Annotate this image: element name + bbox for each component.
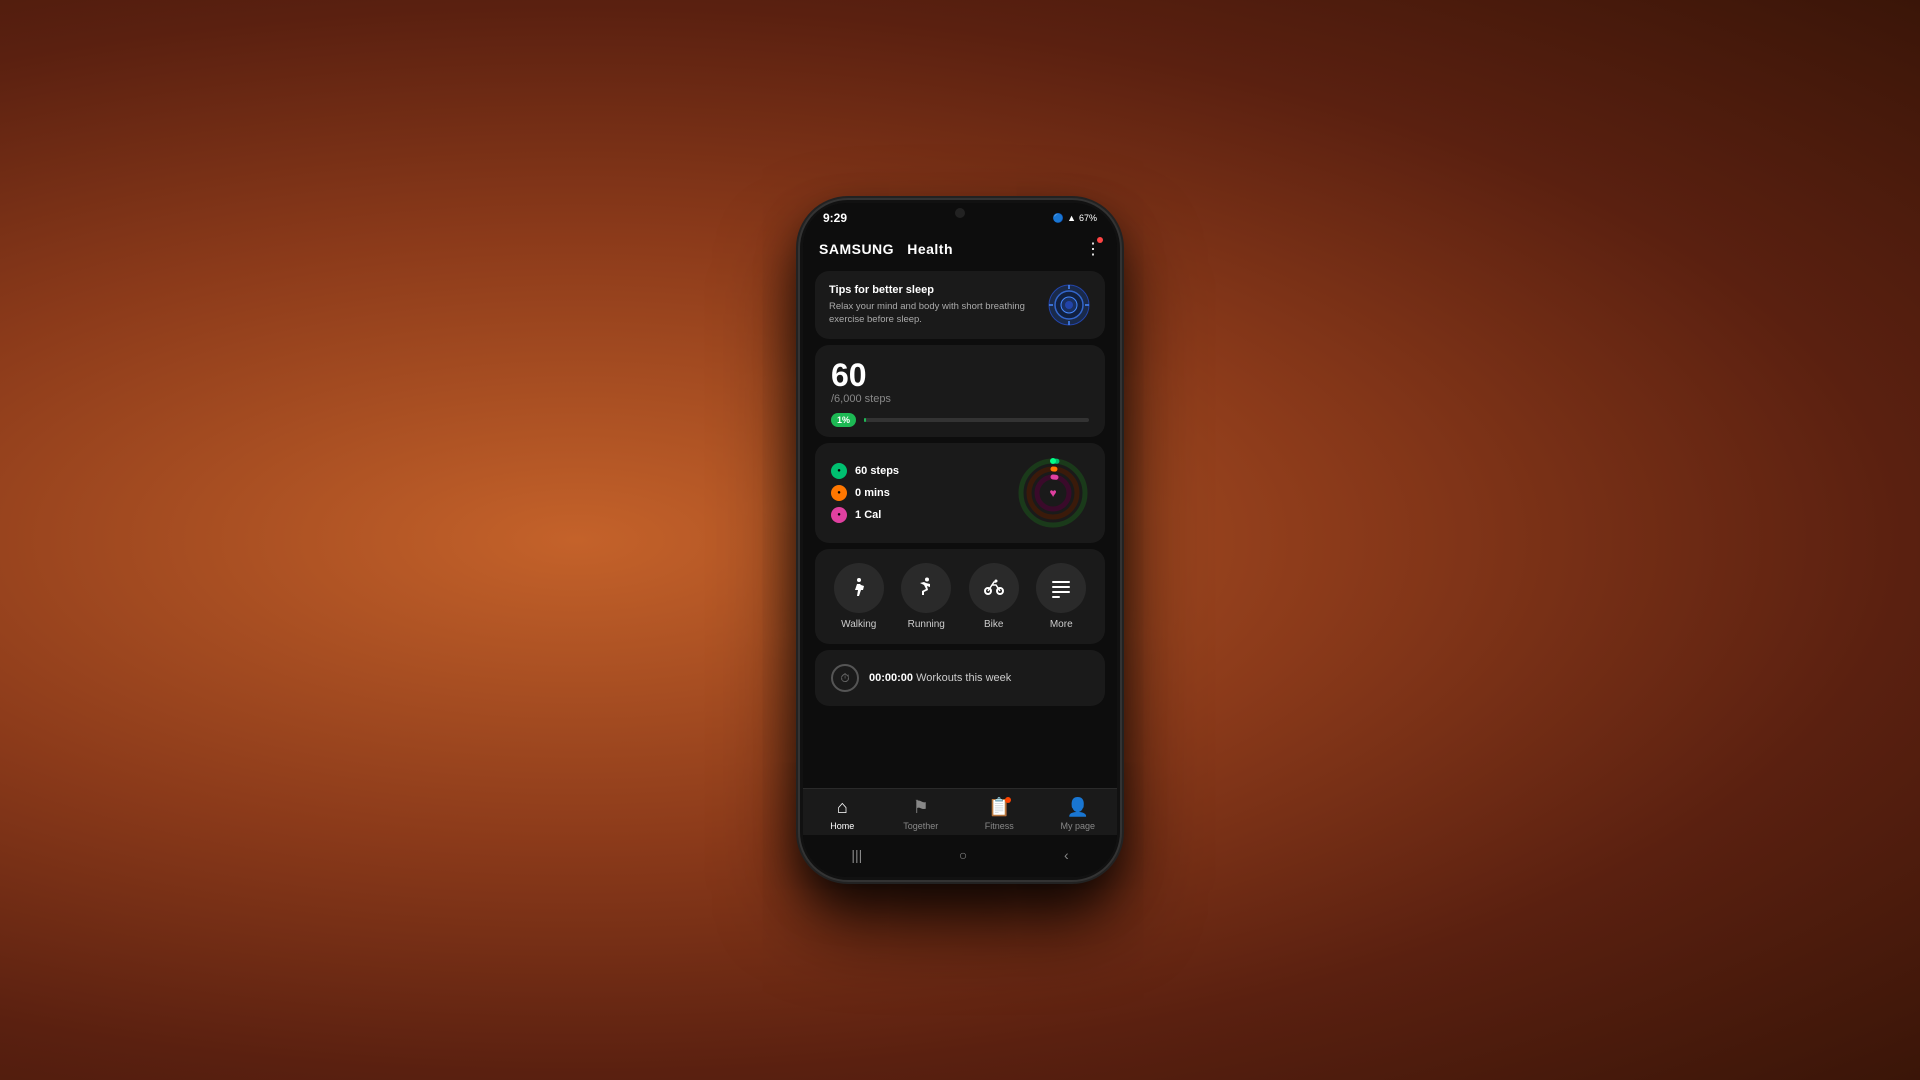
android-nav: ||| ○ ‹ bbox=[803, 835, 1117, 877]
app-title-suffix: Health bbox=[907, 241, 953, 257]
steps-goal: /6,000 steps bbox=[831, 393, 1089, 405]
more-button[interactable] bbox=[1036, 563, 1086, 613]
activity-cal: ● 1 Cal bbox=[831, 507, 899, 523]
activity-stats: ● 60 steps ● 0 mins ● bbox=[831, 463, 899, 523]
workouts-timer-icon: ⏱ bbox=[831, 664, 859, 692]
app-title: SAMSUNG Health bbox=[819, 241, 953, 257]
more-label: More bbox=[1050, 619, 1073, 630]
wifi-icon: ▲ bbox=[1067, 213, 1076, 223]
walking-label: Walking bbox=[841, 619, 876, 630]
android-back[interactable]: ‹ bbox=[1044, 843, 1089, 867]
steps-count: 60 bbox=[831, 359, 1089, 391]
activity-steps: ● 60 steps bbox=[831, 463, 899, 479]
cal-stat-label: Cal bbox=[864, 509, 881, 521]
fitness-badge bbox=[1005, 797, 1011, 803]
activity-mins: ● 0 mins bbox=[831, 485, 899, 501]
running-icon bbox=[914, 576, 938, 600]
phone-device: 9:29 🔵 ▲ 67% SAMSUNG Health ⋮ bbox=[800, 200, 1120, 880]
camera-notch bbox=[955, 208, 965, 218]
status-time: 9:29 bbox=[823, 211, 847, 225]
tips-card[interactable]: Tips for better sleep Relax your mind an… bbox=[815, 271, 1105, 339]
steps-card[interactable]: 60 /6,000 steps 1% bbox=[815, 345, 1105, 437]
activity-rings: ♥ bbox=[1017, 457, 1089, 529]
steps-dot: ● bbox=[831, 463, 847, 479]
nav-mypage[interactable]: 👤 My page bbox=[1039, 797, 1118, 831]
mypage-label: My page bbox=[1060, 821, 1095, 831]
tips-sleep-icon bbox=[1047, 283, 1091, 327]
cal-dot: ● bbox=[831, 507, 847, 523]
walking-button[interactable] bbox=[834, 563, 884, 613]
steps-percent: 1% bbox=[831, 413, 856, 427]
battery-icon: 67% bbox=[1079, 213, 1097, 223]
fitness-label: Fitness bbox=[985, 821, 1014, 831]
together-icon: ⚑ bbox=[913, 797, 929, 818]
rings-svg: ♥ bbox=[1017, 457, 1089, 529]
bike-icon bbox=[982, 576, 1006, 600]
steps-stat-value: 60 bbox=[855, 465, 867, 477]
steps-progress-fill bbox=[864, 418, 866, 422]
steps-stat-text: 60 steps bbox=[855, 465, 899, 477]
cal-stat-value: 1 bbox=[855, 509, 861, 521]
app-header: SAMSUNG Health ⋮ bbox=[803, 229, 1117, 265]
phone-screen: 9:29 🔵 ▲ 67% SAMSUNG Health ⋮ bbox=[803, 203, 1117, 877]
home-label: Home bbox=[830, 821, 854, 831]
mins-dot: ● bbox=[831, 485, 847, 501]
mins-stat-value: 0 bbox=[855, 487, 861, 499]
android-home[interactable]: ○ bbox=[939, 843, 987, 867]
tips-text: Tips for better sleep Relax your mind an… bbox=[829, 284, 1037, 327]
menu-badge bbox=[1097, 237, 1103, 243]
running-button[interactable] bbox=[901, 563, 951, 613]
home-icon: ⌂ bbox=[837, 797, 848, 818]
shortcuts-card: Walking Running bbox=[815, 549, 1105, 644]
app-title-prefix: SAMSUNG bbox=[819, 241, 894, 257]
more-icon bbox=[1049, 576, 1073, 600]
shortcut-running[interactable]: Running bbox=[901, 563, 951, 630]
steps-progress-row: 1% bbox=[831, 413, 1089, 427]
walking-icon bbox=[847, 576, 871, 600]
nav-fitness[interactable]: 📋 Fitness bbox=[960, 797, 1039, 831]
mypage-icon: 👤 bbox=[1067, 797, 1089, 818]
mins-stat-text: 0 mins bbox=[855, 487, 890, 499]
workouts-time: 00:00:00 bbox=[869, 672, 913, 684]
mins-stat-label: mins bbox=[864, 487, 890, 499]
shortcut-walking[interactable]: Walking bbox=[834, 563, 884, 630]
running-label: Running bbox=[908, 619, 945, 630]
activity-card[interactable]: ● 60 steps ● 0 mins ● bbox=[815, 443, 1105, 543]
shortcut-more[interactable]: More bbox=[1036, 563, 1086, 630]
workouts-card[interactable]: ⏱ 00:00:00 Workouts this week bbox=[815, 650, 1105, 706]
status-icons: 🔵 ▲ 67% bbox=[1053, 213, 1097, 224]
tips-title: Tips for better sleep bbox=[829, 284, 1037, 296]
bluetooth-icon: 🔵 bbox=[1053, 213, 1064, 224]
bike-button[interactable] bbox=[969, 563, 1019, 613]
cal-stat-text: 1 Cal bbox=[855, 509, 881, 521]
bottom-nav: ⌂ Home ⚑ Together 📋 Fitness 👤 My page bbox=[803, 788, 1117, 835]
nav-together[interactable]: ⚑ Together bbox=[882, 797, 961, 831]
scroll-content[interactable]: Tips for better sleep Relax your mind an… bbox=[803, 265, 1117, 788]
bike-label: Bike bbox=[984, 619, 1003, 630]
shortcut-bike[interactable]: Bike bbox=[969, 563, 1019, 630]
steps-progress-bar bbox=[864, 418, 1089, 422]
steps-stat-label: steps bbox=[870, 465, 899, 477]
shortcuts-grid: Walking Running bbox=[827, 563, 1093, 630]
nav-home[interactable]: ⌂ Home bbox=[803, 797, 882, 831]
android-recent[interactable]: ||| bbox=[831, 843, 882, 867]
svg-text:♥: ♥ bbox=[1049, 486, 1056, 500]
tips-description: Relax your mind and body with short brea… bbox=[829, 300, 1037, 327]
workouts-text: 00:00:00 Workouts this week bbox=[869, 672, 1011, 684]
together-label: Together bbox=[903, 821, 938, 831]
menu-button[interactable]: ⋮ bbox=[1085, 239, 1101, 259]
